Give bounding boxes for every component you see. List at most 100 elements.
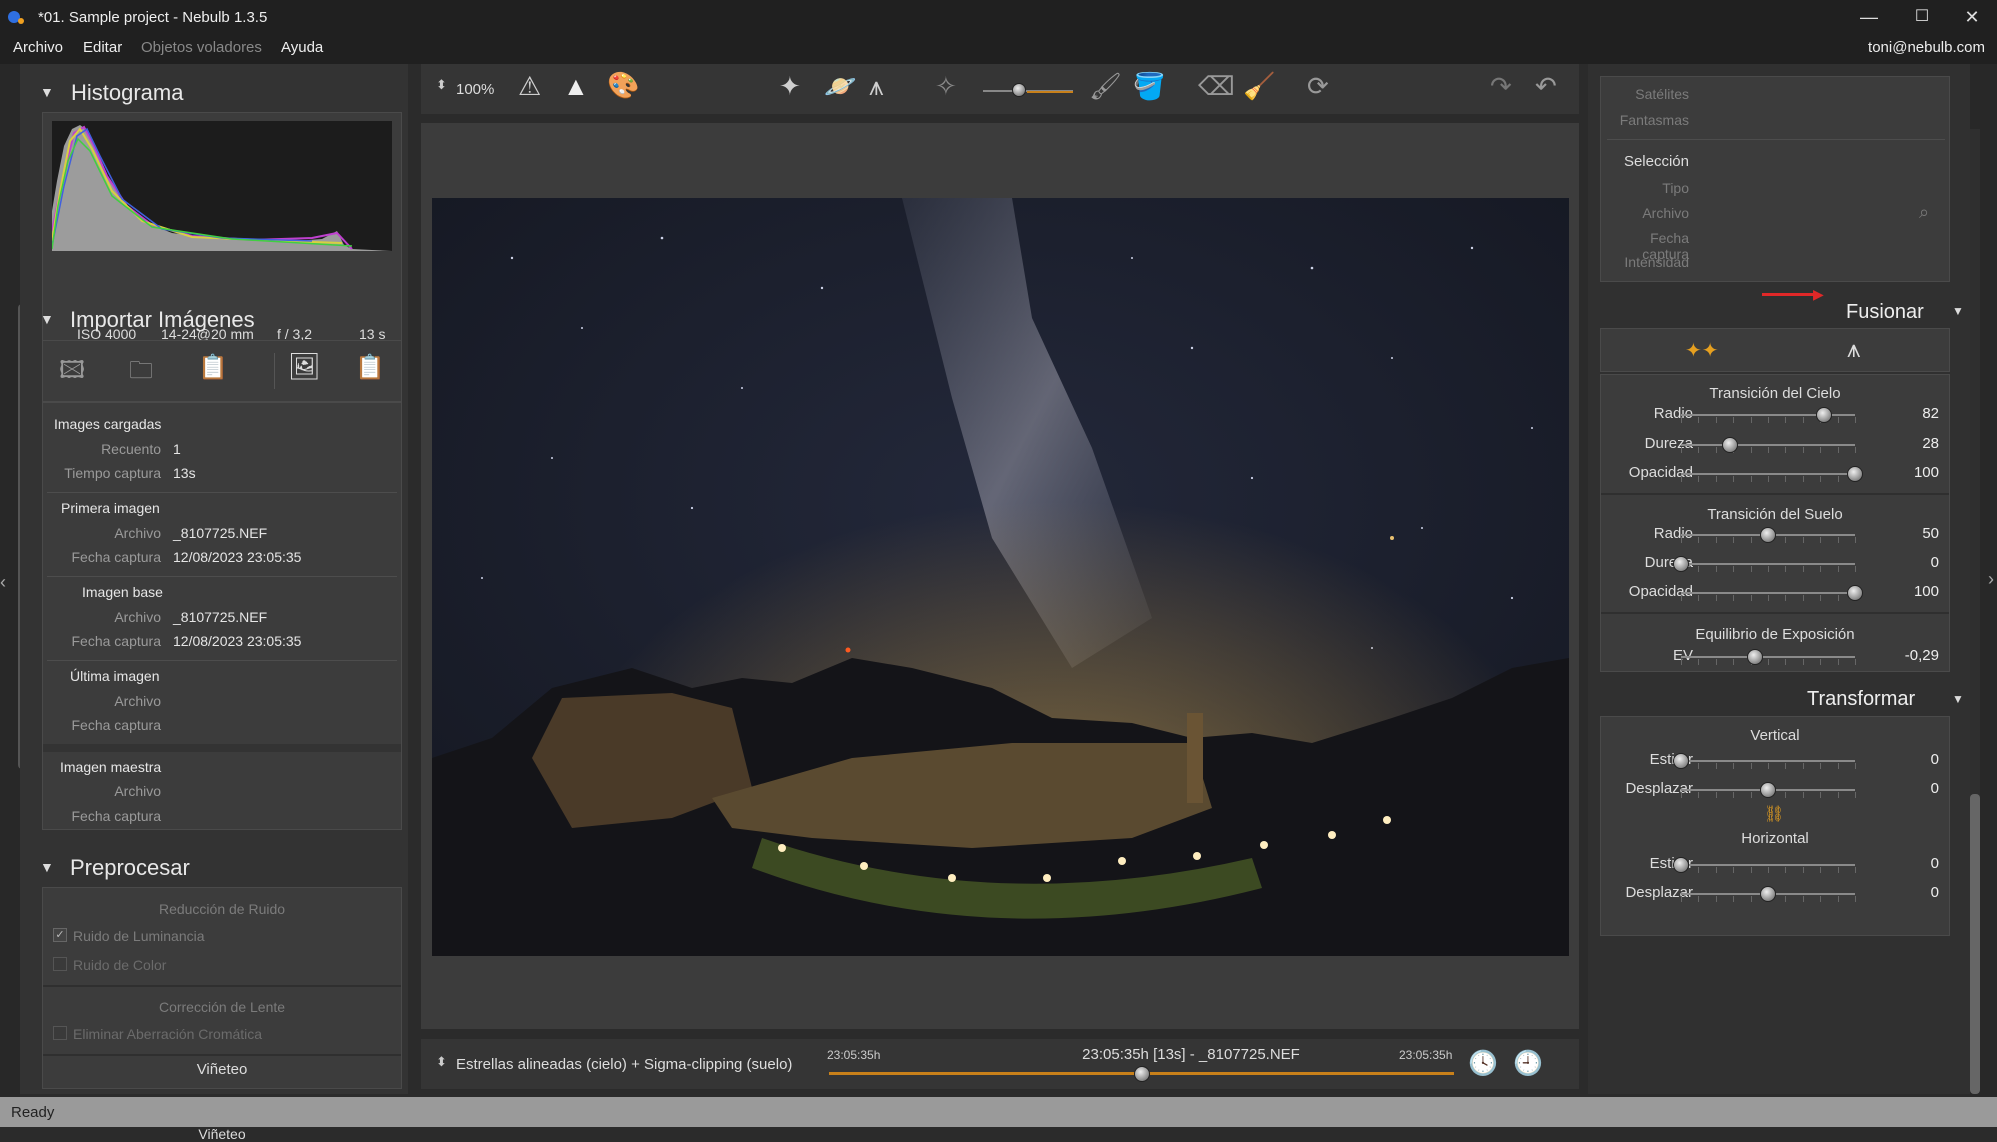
slider-tick [1750,867,1752,873]
slider-tick [1785,763,1787,769]
slider-knob[interactable] [1760,886,1776,902]
stars-icon[interactable]: ✦ [779,71,801,102]
import-paste-icon[interactable]: 📋 [355,353,385,382]
eraser-icon[interactable]: ⌫ [1198,71,1235,102]
slider-knob[interactable] [1673,556,1689,572]
fill-bucket-icon[interactable]: 🪣 [1133,71,1165,102]
magic-wand-icon[interactable]: ✧ [935,71,957,102]
loaded-time-label: Tiempo captura [64,465,161,481]
slider-track[interactable] [1681,760,1855,762]
warning-filled-icon[interactable]: ▲ [563,71,589,102]
brush-icon[interactable]: 🖌 [1089,71,1122,102]
minimize-button[interactable]: — [1846,0,1892,34]
zoom-to-selection-icon[interactable]: ⌕ [1919,202,1929,223]
slider-tick [1802,595,1804,601]
slider-tick [1820,476,1822,482]
slider-track[interactable] [1681,563,1855,565]
maximize-button[interactable]: ☐ [1899,0,1945,34]
ca-checkbox[interactable] [53,1026,67,1040]
red-arrow-head-icon: ▶ [1813,286,1824,302]
slider-track[interactable] [1681,473,1855,475]
tower-icon[interactable]: ⩚ [869,71,884,103]
menu-ayuda[interactable]: Ayuda [281,39,323,56]
slider-tick [1802,537,1804,543]
close-button[interactable]: ✕ [1949,0,1995,34]
base-date: 12/08/2023 23:05:35 [173,633,302,649]
ground-tower-icon[interactable]: ⩚ [1847,336,1861,364]
timeline-end: 23:05:35h [1399,1048,1453,1062]
toolbar-divider [274,353,275,389]
title-bar: *01. Sample project - Nebulb 1.3.5 — ☐ ✕ [0,0,1997,34]
slider-tick [1698,763,1700,769]
preprocess-panel: Reducción de Ruido ✓ Ruido de Luminancia… [42,887,402,1142]
horizontal-shift-value: 0 [1930,884,1939,901]
palette-icon[interactable]: 🎨 [607,70,639,101]
slider-track[interactable] [1681,592,1855,594]
timeline-knob[interactable] [1133,1066,1150,1082]
slider-tick [1802,763,1804,769]
slider-knob[interactable] [1721,437,1738,453]
planet-icon[interactable]: 🪐 [824,71,856,102]
slider-knob[interactable] [1747,649,1764,665]
night-sky-photo[interactable] [432,198,1569,956]
mode-spinner-icon[interactable]: ⬍ [436,1054,447,1070]
import-clipboard-icon[interactable]: 📋 [198,353,228,382]
sky-stars-icon[interactable]: ✦✦ [1685,338,1719,363]
warning-outline-icon[interactable]: ⚠ [518,71,541,102]
menu-objetos-voladores[interactable]: Objetos voladores [141,39,262,56]
import-base-image-icon[interactable]: 🖼 [288,351,321,382]
blend-mode[interactable]: Estrellas alineadas (cielo) + Sigma-clip… [456,1056,792,1073]
color-noise-checkbox[interactable] [53,957,67,971]
broom-icon[interactable]: 🧹 [1243,71,1275,102]
separator [47,660,397,661]
collapse-right-icon[interactable]: › [1988,569,1994,590]
transform-collapse-icon[interactable]: ▼ [1952,692,1964,706]
merge-collapse-icon[interactable]: ▼ [1952,304,1964,318]
separator [47,492,397,493]
history-icon[interactable]: 🕘 [1513,1049,1543,1078]
slider-tick [1715,447,1717,453]
user-account[interactable]: toni@nebulb.com [1868,39,1985,56]
slider-tick [1733,896,1735,902]
slider-tick [1820,792,1822,798]
slider-tick [1768,566,1769,572]
preprocess-collapse-icon[interactable]: ▼ [40,859,54,875]
undo-icon[interactable]: ↶ [1535,71,1557,102]
slider-knob[interactable] [1760,782,1776,798]
redo-icon[interactable]: ↷ [1490,71,1512,102]
slider-tick [1837,595,1839,601]
refresh-icon[interactable]: ⟳ [1307,71,1329,102]
slider-tick [1715,896,1717,902]
import-images-icon[interactable]: 🖾 [59,353,85,394]
import-toolbar: 🖾 🗀 📋 🖼 📋 [42,340,402,402]
link-icon[interactable]: ⛓ [1764,804,1784,824]
slider-knob[interactable] [1815,407,1832,423]
histogram-collapse-icon[interactable]: ▼ [40,84,54,100]
right-scrollbar[interactable] [1970,794,1980,1094]
slider-knob[interactable] [1847,466,1863,482]
slider-knob[interactable] [1760,527,1776,543]
menu-archivo[interactable]: Archivo [13,39,63,56]
slider-track[interactable] [1681,864,1855,866]
import-folder-icon[interactable]: 🗀 [129,353,153,394]
import-collapse-icon[interactable]: ▼ [40,311,54,327]
slider-track[interactable] [1681,656,1855,658]
zoom-spinner-icon[interactable]: ⬍ [436,77,447,93]
slider-track[interactable] [1681,444,1855,446]
slider-tick [1802,417,1804,423]
brush-size-knob[interactable] [1012,83,1026,97]
slider-tick [1802,476,1804,482]
slider-knob[interactable] [1673,857,1689,873]
slider-knob[interactable] [1673,753,1689,769]
collapse-left-icon[interactable]: ‹ [0,572,6,593]
app-logo-icon [8,11,24,24]
slider-tick [1681,595,1682,601]
slider-knob[interactable] [1847,585,1863,601]
slider-tick [1698,595,1700,601]
detection-panel: Satélites Fantasmas Selección Tipo Archi… [1600,76,1950,282]
slider-tick [1733,595,1735,601]
clock-icon[interactable]: 🕓 [1468,1049,1498,1078]
zoom-value[interactable]: 100% [456,81,494,98]
luminance-checkbox[interactable]: ✓ [53,928,67,942]
menu-editar[interactable]: Editar [83,39,122,56]
